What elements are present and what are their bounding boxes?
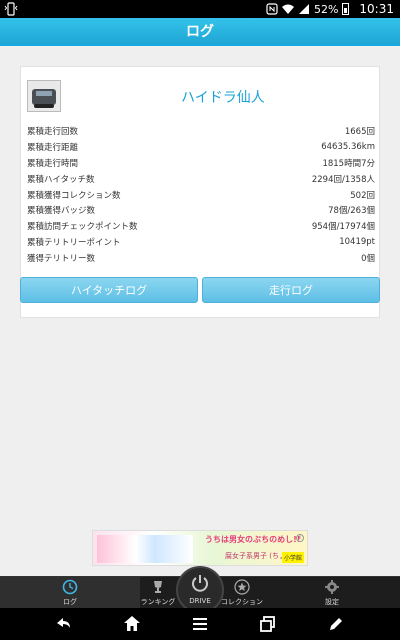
stat-label: 累積走行時間 [27, 158, 79, 169]
system-nav-bar [0, 608, 400, 640]
stat-row: 累積走行回数 1665回 [27, 123, 375, 139]
stat-label: 累積獲得コレクション数 [27, 190, 121, 201]
ad-info-icon[interactable]: i [296, 534, 304, 542]
stat-label: 累積獲得バッジ数 [27, 206, 96, 217]
stat-row: 累積獲得バッジ数 78個/263個 [27, 202, 375, 218]
ad-headline: うちは男女のぶちのめし!! [205, 535, 301, 544]
stat-row: 獲得テリトリー数 0個 [27, 250, 375, 266]
stat-label: 累積走行距離 [27, 142, 79, 153]
battery-percent: 52% [313, 2, 339, 16]
stat-value: 64635.36km [321, 141, 375, 152]
stat-value: 0個 [361, 254, 375, 265]
menu-icon[interactable] [190, 614, 210, 634]
tab-label: ログ [63, 598, 77, 606]
stat-label: 累積走行回数 [27, 126, 79, 137]
stat-value: 1815時間7分 [322, 158, 375, 169]
stat-label: 累積訪問チェックポイント数 [27, 222, 138, 233]
trophy-icon [154, 581, 162, 593]
ad-artwork [97, 535, 193, 563]
username: ハイドラ仙人 [181, 90, 265, 106]
tab-collection[interactable]: コレクション [220, 577, 264, 609]
star-icon [234, 579, 250, 595]
home-icon[interactable] [122, 614, 142, 634]
stat-label: 獲得テリトリー数 [27, 254, 96, 265]
recent-apps-icon[interactable] [258, 614, 278, 634]
stat-row: 累積獲得コレクション数 502回 [27, 187, 375, 203]
stat-row: 累積走行時間 1815時間7分 [27, 155, 375, 171]
back-icon[interactable] [54, 614, 74, 634]
stat-row: 累積ハイタッチ数 2294回/1358人 [27, 171, 375, 187]
stat-row: 累積走行距離 64635.36km [27, 139, 375, 155]
nfc-icon [266, 3, 278, 15]
battery-icon [342, 3, 350, 15]
tab-ranking[interactable]: ランキング [138, 577, 178, 609]
clock: 10:31 [359, 2, 394, 16]
page-title: ログ [0, 18, 400, 46]
ad-banner[interactable]: うちは男女のぶちのめし!! 腐女子系男子 (ちょっと) 小学館 i [92, 530, 308, 566]
stat-value: 1665回 [344, 126, 375, 137]
stat-value: 78個/263個 [328, 206, 375, 217]
drive-log-button[interactable]: 走行ログ [202, 277, 380, 303]
stats-list: 累積走行回数 1665回 累積走行距離 64635.36km 累積走行時間 18… [27, 123, 375, 266]
stat-label: 累積テリトリーポイント [27, 238, 121, 249]
tab-label: 設定 [325, 598, 339, 606]
pen-icon[interactable] [326, 614, 346, 634]
stat-value: 2294回/1358人 [311, 174, 375, 185]
phone-vibrate-icon [4, 2, 18, 16]
stat-row: 累積訪問チェックポイント数 954個/17974個 [27, 218, 375, 234]
clock-icon [62, 579, 78, 595]
wifi-icon [281, 4, 294, 14]
car-image [32, 89, 56, 108]
ad-publisher: 小学館 [281, 552, 304, 563]
gear-icon [325, 580, 339, 594]
tab-label: ランキング [140, 598, 176, 606]
status-bar: 52% 10:31 [0, 0, 400, 18]
tab-label: コレクション [221, 598, 263, 606]
stat-value: 954個/17974個 [311, 222, 375, 233]
avatar[interactable] [27, 80, 61, 112]
tab-settings[interactable]: 設定 [300, 577, 364, 609]
signal-icon [298, 4, 309, 14]
stat-value: 10419pt [339, 237, 375, 248]
stat-row: 累積テリトリーポイント 10419pt [27, 234, 375, 250]
tab-label: DRIVE [189, 597, 211, 605]
hightouch-log-button[interactable]: ハイタッチログ [20, 277, 198, 303]
drive-button[interactable]: DRIVE [176, 566, 224, 614]
stat-value: 502回 [350, 190, 375, 201]
power-icon [192, 575, 208, 592]
tab-log[interactable]: ログ [0, 577, 140, 609]
stat-label: 累積ハイタッチ数 [27, 174, 95, 185]
